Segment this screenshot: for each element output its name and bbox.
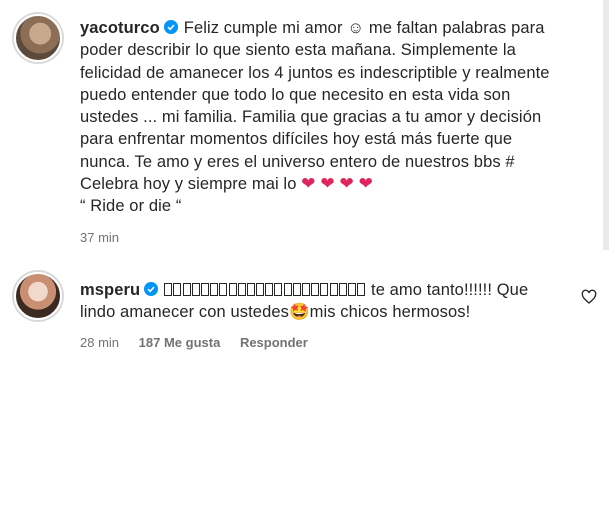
missing-glyph-box bbox=[338, 283, 347, 296]
comment-line: mis chicos hermosos! bbox=[309, 303, 471, 322]
comment-line: Celebra hoy y siempre mai lo bbox=[80, 175, 297, 194]
heart-emoji-icon: ❤ ❤ ❤ ❤ bbox=[301, 174, 374, 194]
comment-meta: 37 min bbox=[80, 230, 135, 245]
comment-line: puedo entender que todo lo que necesito … bbox=[80, 85, 511, 104]
comment-line: nunca. Te amo y eres el universo entero … bbox=[80, 152, 515, 171]
missing-glyph-box bbox=[357, 283, 366, 296]
heart-outline-icon[interactable] bbox=[581, 289, 597, 305]
reply-button[interactable]: Responder bbox=[240, 335, 308, 350]
missing-glyph-box bbox=[329, 283, 338, 296]
comment-line: ustedes ... mi familia. Familia que grac… bbox=[80, 108, 542, 127]
likes-count[interactable]: 187 Me gusta bbox=[139, 335, 221, 350]
missing-glyph-box bbox=[302, 283, 311, 296]
missing-glyph-box bbox=[228, 283, 237, 296]
comment-line: “ Ride or die “ bbox=[80, 197, 182, 216]
missing-glyph-box bbox=[246, 283, 255, 296]
unrendered-emoji-glyphs bbox=[164, 281, 366, 299]
missing-glyph-box bbox=[237, 283, 246, 296]
missing-glyph-box bbox=[311, 283, 320, 296]
missing-glyph-box bbox=[173, 283, 182, 296]
avatar[interactable] bbox=[14, 14, 62, 62]
comment-line: lindo amanecer con ustedes bbox=[80, 303, 289, 322]
comment-text: yacoturco Feliz cumple mi amor ☺ me falta… bbox=[80, 17, 570, 218]
comment-line: felicidad de amanecer los 4 juntos es in… bbox=[80, 63, 550, 82]
verified-badge-icon bbox=[144, 282, 159, 296]
star-struck-emoji-icon: 🤩 bbox=[288, 303, 310, 322]
missing-glyph-box bbox=[274, 283, 283, 296]
comment-line: para enfrentar momentos difíciles hoy es… bbox=[80, 130, 513, 149]
timestamp[interactable]: 37 min bbox=[80, 230, 119, 245]
missing-glyph-box bbox=[347, 283, 356, 296]
missing-glyph-box bbox=[292, 283, 301, 296]
missing-glyph-box bbox=[320, 283, 329, 296]
missing-glyph-box bbox=[200, 283, 209, 296]
verified-badge-icon bbox=[163, 20, 178, 34]
username[interactable]: yacoturco bbox=[80, 19, 160, 37]
missing-glyph-box bbox=[283, 283, 292, 296]
comment-text: msperu te amo tanto!!!!!! Que lindo aman… bbox=[80, 279, 570, 324]
missing-glyph-box bbox=[210, 283, 219, 296]
comment-line: Feliz cumple mi amor ☺ me faltan palabra… bbox=[183, 19, 545, 37]
missing-glyph-box bbox=[164, 283, 173, 296]
timestamp[interactable]: 28 min bbox=[80, 335, 119, 350]
missing-glyph-box bbox=[219, 283, 228, 296]
missing-glyph-box bbox=[191, 283, 200, 296]
username[interactable]: msperu bbox=[80, 281, 140, 299]
comment-line: poder describir lo que siento esta mañan… bbox=[80, 41, 516, 60]
missing-glyph-box bbox=[265, 283, 274, 296]
missing-glyph-box bbox=[256, 283, 265, 296]
comment-meta: 28 min 187 Me gusta Responder bbox=[80, 335, 324, 350]
scrollbar[interactable] bbox=[603, 0, 609, 250]
avatar[interactable] bbox=[14, 272, 62, 320]
comment-line: te amo tanto!!!!!! Que bbox=[371, 281, 529, 299]
missing-glyph-box bbox=[182, 283, 191, 296]
